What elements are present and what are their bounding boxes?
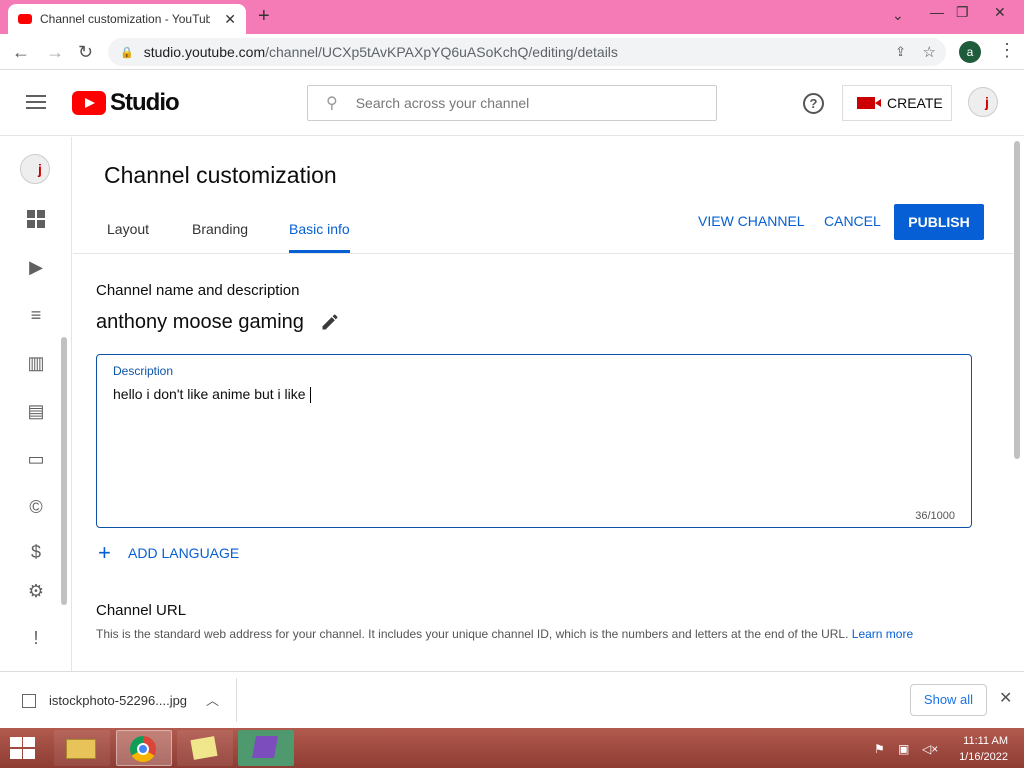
- video-camera-icon: [857, 97, 881, 109]
- lock-icon: 🔒: [120, 46, 134, 59]
- tab-search-icon[interactable]: ⌄: [892, 7, 904, 24]
- forward-arrow-icon[interactable]: →: [46, 42, 64, 63]
- volume-muted-icon[interactable]: ◁×: [922, 742, 938, 756]
- profile-avatar[interactable]: a: [959, 41, 981, 63]
- search-icon: ⚲: [326, 95, 338, 112]
- channel-avatar[interactable]: j: [968, 87, 998, 117]
- restore-button[interactable]: ❐: [956, 4, 969, 21]
- tab-close-icon[interactable]: ✕: [224, 11, 236, 28]
- flag-icon[interactable]: ⚑: [874, 742, 885, 756]
- channel-url-description: This is the standard web address for you…: [96, 627, 914, 641]
- bookmark-star-icon[interactable]: ☆: [923, 43, 936, 61]
- content-icon[interactable]: ▶: [25, 256, 47, 278]
- tab-basic-info[interactable]: Basic info: [289, 221, 350, 237]
- comments-icon[interactable]: ▤: [25, 400, 47, 422]
- address-bar[interactable]: 🔒 studio.youtube.com/channel/UCXp5tAvKPA…: [108, 38, 946, 66]
- youtube-logo-icon: [72, 91, 106, 115]
- create-label: CREATE: [887, 95, 943, 111]
- sidebar: j ▶ ≡ ▥ ▤ ▭ © $ ⚙ !: [0, 137, 72, 671]
- reload-icon[interactable]: ↻: [78, 42, 93, 63]
- channel-url-title: Channel URL: [96, 602, 187, 619]
- url-text: studio.youtube.com/channel/UCXp5tAvKPAXp…: [143, 44, 618, 60]
- taskbar: ⚑ ▣ ◁× 11:11 AM 1/16/2022: [0, 728, 1024, 768]
- clock[interactable]: 11:11 AM 1/16/2022: [948, 733, 1008, 765]
- description-textarea[interactable]: Description hello i don't like anime but…: [96, 354, 972, 528]
- search-placeholder: Search across your channel: [355, 95, 530, 111]
- playlists-icon[interactable]: ≡: [25, 304, 47, 326]
- search-input[interactable]: ⚲ Search across your channel: [307, 85, 717, 121]
- feedback-icon[interactable]: !: [25, 627, 47, 649]
- help-icon[interactable]: ?: [803, 93, 824, 114]
- image-file-icon: [22, 694, 36, 708]
- file-explorer-icon[interactable]: [54, 730, 110, 766]
- main-scrollbar[interactable]: [1014, 141, 1020, 459]
- analytics-icon[interactable]: ▥: [25, 352, 47, 374]
- add-language-label: ADD LANGUAGE: [128, 545, 240, 561]
- edit-pencil-icon[interactable]: [320, 312, 340, 332]
- clock-date: 1/16/2022: [959, 751, 1008, 763]
- new-tab-button[interactable]: +: [258, 5, 270, 28]
- menu-hamburger-icon[interactable]: [26, 95, 46, 109]
- close-window-button[interactable]: ✕: [994, 4, 1006, 21]
- back-arrow-icon[interactable]: ←: [12, 42, 30, 63]
- studio-header: Studio ⚲ Search across your channel ? CR…: [0, 70, 1024, 136]
- download-shelf: istockphoto-52296....jpg ︿ Show all ✕: [0, 671, 1024, 728]
- youtube-favicon-icon: [18, 14, 32, 24]
- publish-button[interactable]: PUBLISH: [894, 204, 984, 240]
- create-button[interactable]: CREATE: [842, 85, 952, 121]
- share-icon[interactable]: ⇪: [895, 44, 906, 60]
- youtube-studio-logo[interactable]: Studio: [72, 89, 180, 117]
- character-counter: 36/1000: [915, 510, 955, 522]
- monetization-icon[interactable]: $: [25, 541, 47, 563]
- tab-layout[interactable]: Layout: [107, 221, 149, 237]
- description-text[interactable]: hello i don't like anime but i like: [113, 386, 311, 404]
- studio-logo-text: Studio: [110, 89, 180, 116]
- browser-tab[interactable]: Channel customization - YouTube ✕: [8, 4, 246, 34]
- add-language-button[interactable]: + ADD LANGUAGE: [98, 540, 240, 565]
- browser-toolbar: ← → ↻ 🔒 studio.youtube.com/channel/UCXp5…: [0, 34, 1024, 70]
- dashboard-icon[interactable]: [25, 208, 47, 230]
- browser-menu-icon[interactable]: ⋮: [998, 40, 1016, 61]
- settings-gear-icon[interactable]: ⚙: [25, 580, 47, 602]
- plus-icon: +: [98, 540, 111, 565]
- close-shelf-icon[interactable]: ✕: [999, 688, 1012, 708]
- sidebar-channel-avatar[interactable]: j: [20, 154, 50, 184]
- tabs-divider: [73, 253, 1013, 254]
- chrome-icon[interactable]: [116, 730, 172, 766]
- learn-more-link[interactable]: Learn more: [852, 627, 913, 641]
- windows-start-button[interactable]: [8, 736, 36, 760]
- download-file-name[interactable]: istockphoto-52296....jpg: [49, 693, 187, 708]
- minimize-button[interactable]: —: [930, 4, 944, 20]
- browser-tab-strip: Channel customization - YouTube ✕ + ⌄ — …: [0, 0, 1024, 34]
- chevron-up-icon[interactable]: ︿: [206, 690, 219, 709]
- view-channel-button[interactable]: VIEW CHANNEL: [698, 213, 805, 229]
- clock-time: 11:11 AM: [963, 735, 1008, 747]
- visual-studio-installer-icon[interactable]: [238, 730, 294, 766]
- page-title: Channel customization: [104, 162, 337, 188]
- browser-tab-title: Channel customization - YouTube: [40, 12, 210, 26]
- tab-branding[interactable]: Branding: [192, 221, 248, 237]
- text-cursor: [309, 387, 311, 404]
- show-all-button[interactable]: Show all: [910, 684, 987, 716]
- network-icon[interactable]: ▣: [898, 742, 909, 756]
- channel-name: anthony moose gaming: [96, 311, 304, 333]
- subtitles-icon[interactable]: ▭: [25, 448, 47, 470]
- description-label: Description: [113, 364, 174, 378]
- sidebar-scrollbar[interactable]: [61, 337, 67, 605]
- sticky-notes-icon[interactable]: [177, 730, 233, 766]
- copyright-icon[interactable]: ©: [25, 496, 47, 518]
- shelf-divider: [236, 678, 237, 722]
- cancel-button[interactable]: CANCEL: [824, 213, 881, 229]
- section-label: Channel name and description: [96, 282, 300, 299]
